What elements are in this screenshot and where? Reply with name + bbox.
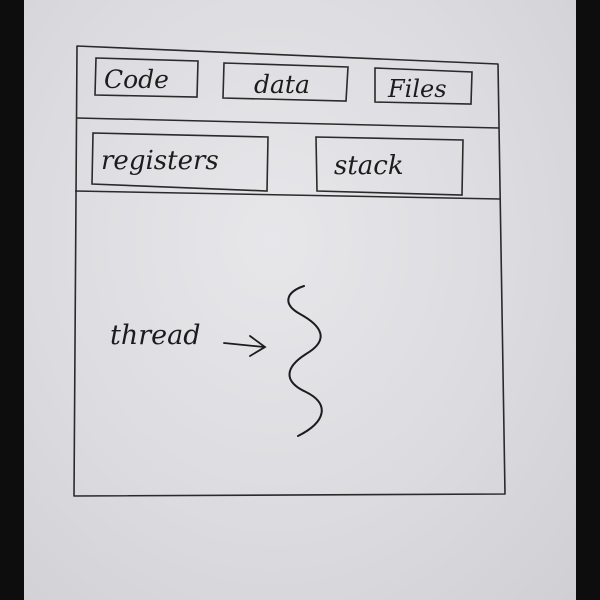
files-box: Files (374, 67, 473, 105)
stack-label: stack (334, 151, 404, 181)
thread-squiggle-icon (287, 285, 323, 437)
data-box: data (222, 62, 349, 102)
data-label: data (254, 70, 310, 99)
code-box: Code (94, 57, 199, 98)
process-outline (73, 45, 506, 497)
code-label: Code (104, 65, 169, 94)
stack-box: stack (315, 136, 464, 196)
thread-label: thread (110, 320, 201, 351)
registers-box: registers (91, 132, 269, 192)
process-diagram: Code data Files registers stack thread (73, 45, 506, 497)
files-label: Files (387, 75, 447, 103)
registers-label: registers (101, 146, 219, 176)
right-arrow-icon (223, 335, 267, 357)
divider-line-1 (76, 117, 500, 129)
